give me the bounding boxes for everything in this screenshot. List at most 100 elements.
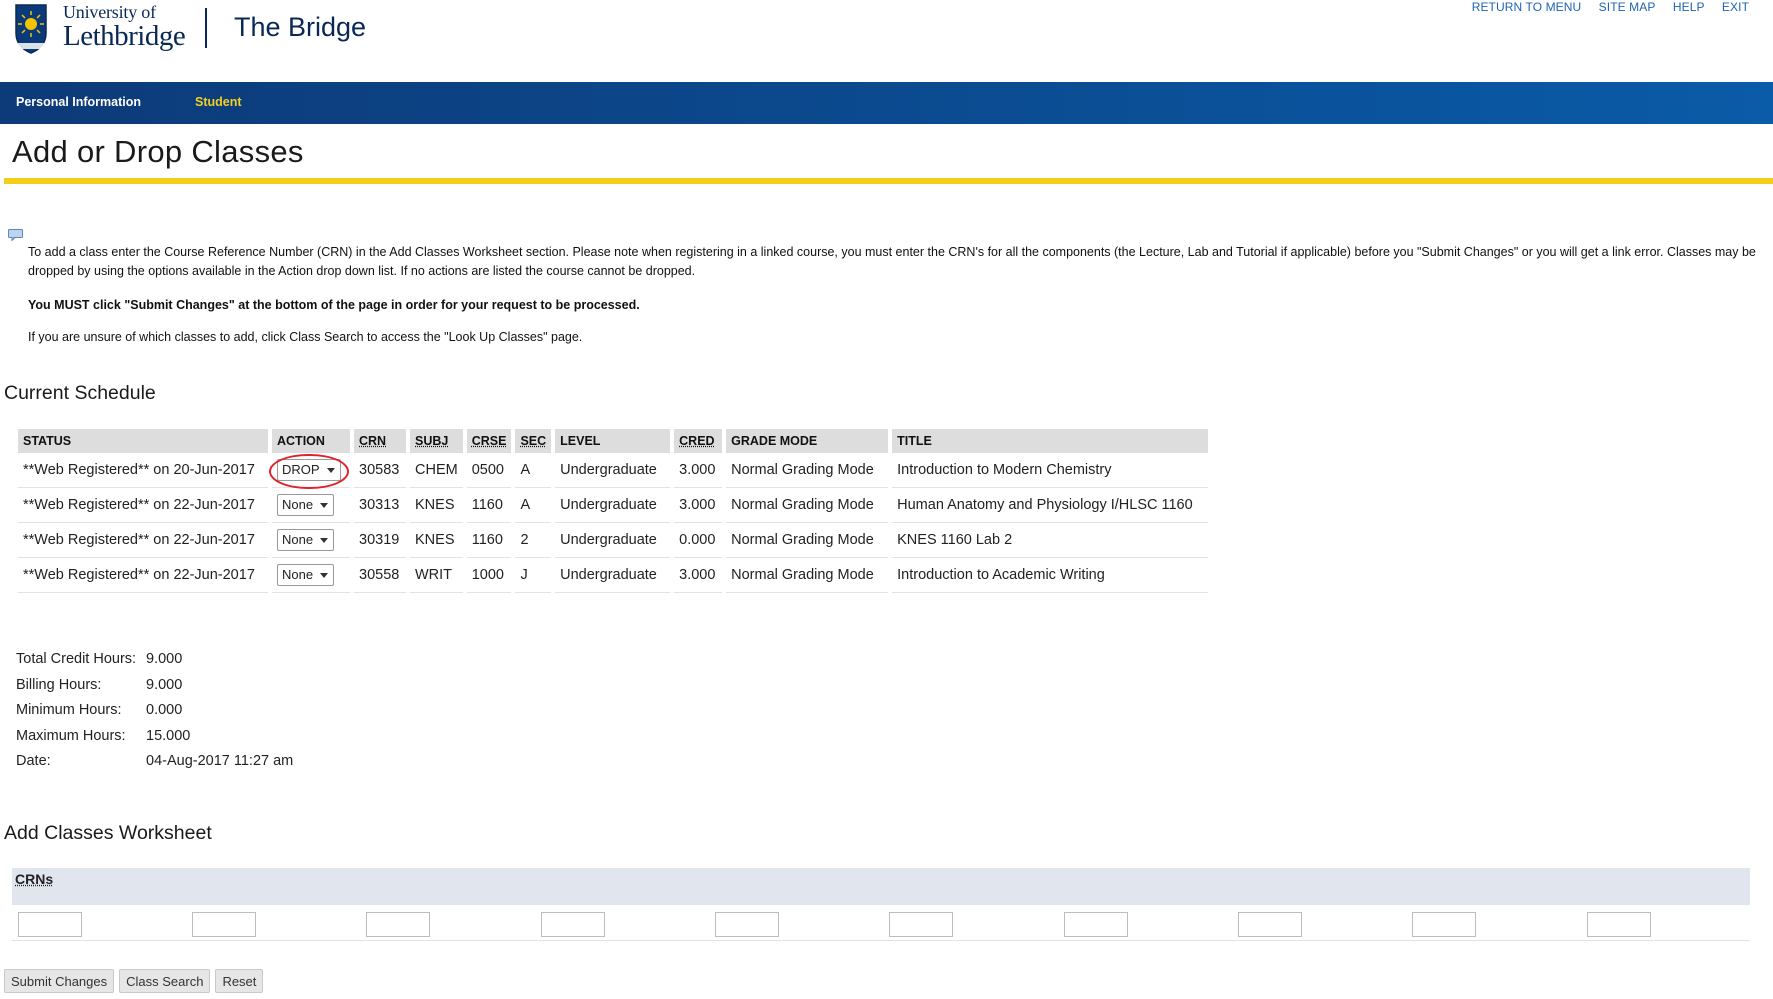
reset-button[interactable]: Reset <box>215 969 264 993</box>
col-level: LEVEL <box>555 429 671 453</box>
action-select-value: None <box>282 497 314 512</box>
crn-input-8[interactable] <box>1238 912 1302 937</box>
cell-action: None <box>272 558 350 593</box>
crn-input-10[interactable] <box>1587 912 1651 937</box>
nav-tab-student[interactable]: Student <box>195 95 242 109</box>
col-crse-label: CRSE <box>471 434 507 448</box>
main-nav-bar: Personal Information Student <box>0 82 1773 124</box>
crn-input-6[interactable] <box>889 912 953 937</box>
action-select-value: DROP <box>282 462 320 477</box>
wordmark-line1: University of <box>63 2 156 22</box>
cell-title: Human Anatomy and Physiology I/HLSC 1160 <box>892 488 1209 523</box>
cell-level: Undergraduate <box>555 558 671 593</box>
class-search-button[interactable]: Class Search <box>119 969 211 993</box>
cell-sec: J <box>515 558 552 593</box>
action-select[interactable]: None <box>277 494 335 516</box>
submit-changes-button[interactable]: Submit Changes <box>4 969 115 993</box>
cell-sec: A <box>515 453 552 488</box>
university-wordmark: University of Lethbridge <box>63 2 186 52</box>
col-crse: CRSE <box>466 429 512 453</box>
crns-header: CRNs <box>12 868 1750 905</box>
col-action: ACTION <box>272 429 350 453</box>
page-header: University of Lethbridge The Bridge RETU… <box>0 0 1773 82</box>
return-to-menu-link[interactable]: RETURN TO MENU <box>1472 0 1582 14</box>
summary-label: Billing Hours: <box>16 676 102 693</box>
cell-grade-mode: Normal Grading Mode <box>726 558 889 593</box>
summary-row-date: Date: 04-Aug-2017 11:27 am <box>16 753 293 779</box>
cell-cred: 3.000 <box>674 558 723 593</box>
summary-value: 15.000 <box>146 727 191 744</box>
action-select[interactable]: None <box>277 529 335 551</box>
action-select-value: None <box>282 567 314 582</box>
table-row: **Web Registered** on 20-Jun-2017 DROP 3… <box>18 453 1209 489</box>
cell-status: **Web Registered** on 22-Jun-2017 <box>18 488 268 523</box>
cell-sec: A <box>515 488 552 523</box>
col-subj-label: SUBJ <box>415 434 449 448</box>
exit-link[interactable]: EXIT <box>1722 0 1749 14</box>
summary-label: Total Credit Hours: <box>16 651 137 667</box>
app-title: The Bridge <box>234 12 367 42</box>
crn-input-row <box>12 905 1750 941</box>
crn-input-3[interactable] <box>366 912 430 937</box>
action-select[interactable]: None <box>277 564 335 586</box>
nav-tab-personal-information[interactable]: Personal Information <box>16 95 141 109</box>
action-select[interactable]: DROP <box>277 459 341 481</box>
hours-summary: Total Credit Hours: 9.000 Billing Hours: 9… <box>16 651 293 779</box>
instructions-paragraph: To add a class enter the Course Referenc… <box>28 245 1756 278</box>
col-title: TITLE <box>892 429 1209 453</box>
cell-crn: 30583 <box>354 453 406 488</box>
crn-input-1[interactable] <box>18 912 82 937</box>
cell-crn: 30558 <box>354 558 406 593</box>
summary-label: Maximum Hours: <box>16 727 126 744</box>
wordmark-line2: Lethbridge <box>63 20 186 52</box>
col-sec: SEC <box>515 429 552 453</box>
col-sec-label: SEC <box>520 434 547 448</box>
logo-divider <box>205 8 207 48</box>
add-classes-worksheet-heading: Add Classes Worksheet <box>4 822 212 844</box>
form-buttons: Submit Changes Class Search Reset <box>4 969 264 993</box>
summary-value: 9.000 <box>146 651 183 667</box>
crn-input-2[interactable] <box>192 912 256 937</box>
crns-label: CRNs <box>15 871 54 887</box>
summary-value: 0.000 <box>146 702 183 718</box>
summary-row-billing: Billing Hours: 9.000 <box>16 677 293 703</box>
cell-status: **Web Registered** on 22-Jun-2017 <box>18 558 268 593</box>
summary-label: Minimum Hours: <box>16 702 122 718</box>
col-subj: SUBJ <box>410 429 463 453</box>
cell-title: KNES 1160 Lab 2 <box>892 523 1209 558</box>
cell-grade-mode: Normal Grading Mode <box>726 453 889 488</box>
cell-subj: CHEM <box>410 453 463 488</box>
chevron-down-icon <box>320 538 329 543</box>
site-map-link[interactable]: SITE MAP <box>1599 0 1656 14</box>
crn-input-4[interactable] <box>541 912 605 937</box>
col-status: STATUS <box>18 429 268 453</box>
crn-input-7[interactable] <box>1064 912 1128 937</box>
table-row: **Web Registered** on 22-Jun-2017 None 3… <box>18 523 1209 558</box>
summary-row-total-credit: Total Credit Hours: 9.000 <box>16 651 293 677</box>
cell-action: None <box>272 523 350 558</box>
cell-level: Undergraduate <box>555 453 671 488</box>
col-cred-label: CRED <box>679 434 715 448</box>
cell-grade-mode: Normal Grading Mode <box>726 488 889 523</box>
info-note-icon <box>8 229 23 241</box>
cell-status: **Web Registered** on 20-Jun-2017 <box>18 453 268 488</box>
cell-action: DROP <box>269 453 350 489</box>
title-underline <box>4 178 1773 184</box>
current-schedule-table: STATUS ACTION CRN SUBJ CRSE SEC LEVEL CR… <box>14 429 1212 593</box>
col-crn-label: CRN <box>359 434 387 448</box>
university-shield-logo <box>15 4 47 54</box>
cell-crse: 1160 <box>466 488 512 523</box>
table-header-row: STATUS ACTION CRN SUBJ CRSE SEC LEVEL CR… <box>18 429 1209 453</box>
cell-status: **Web Registered** on 22-Jun-2017 <box>18 523 268 558</box>
help-link[interactable]: HELP <box>1673 0 1705 14</box>
chevron-down-icon <box>326 468 335 473</box>
crn-input-9[interactable] <box>1412 912 1476 937</box>
cell-subj: WRIT <box>410 558 463 593</box>
summary-row-maximum: Maximum Hours: 15.000 <box>16 728 293 754</box>
cell-subj: KNES <box>410 523 463 558</box>
cell-cred: 3.000 <box>674 488 723 523</box>
cell-cred: 0.000 <box>674 523 723 558</box>
chevron-down-icon <box>320 573 329 578</box>
top-links: RETURN TO MENU SITE MAP HELP EXIT <box>1458 0 1749 14</box>
crn-input-5[interactable] <box>715 912 779 937</box>
